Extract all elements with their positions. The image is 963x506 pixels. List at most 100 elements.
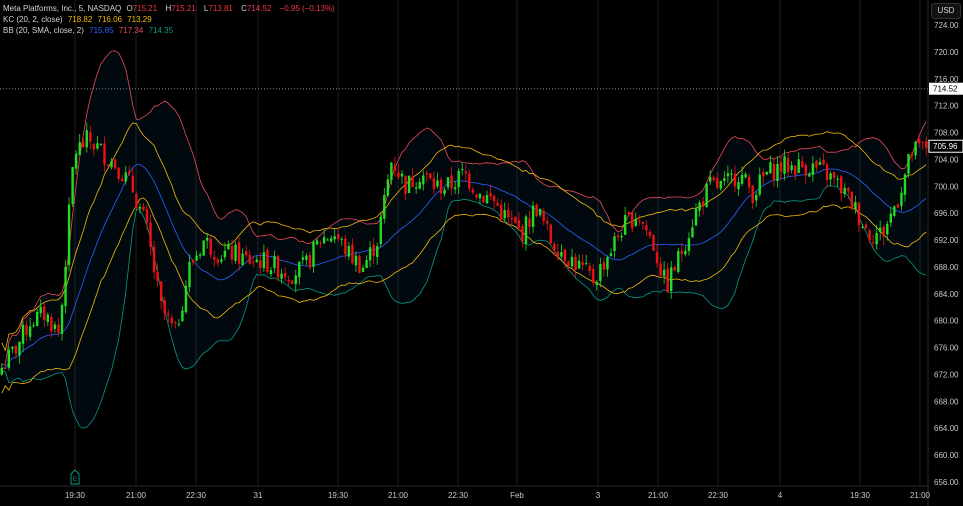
candle-body bbox=[542, 210, 545, 222]
candle-body bbox=[294, 275, 297, 284]
time-tick-label: 31 bbox=[254, 491, 263, 500]
time-tick-label: 22:30 bbox=[186, 491, 207, 500]
candle-body bbox=[361, 267, 365, 272]
candle-body bbox=[818, 161, 822, 165]
last-price-label: 714.52 bbox=[933, 85, 958, 94]
price-tick-label: 668.00 bbox=[934, 397, 959, 406]
candle-body bbox=[237, 242, 241, 264]
candle-body bbox=[170, 317, 173, 324]
candle-body bbox=[531, 205, 535, 227]
candle-body bbox=[538, 208, 542, 216]
candle-body bbox=[801, 161, 804, 167]
candle-body bbox=[457, 171, 460, 188]
candle-body bbox=[907, 154, 910, 174]
time-tick-label: 22:30 bbox=[708, 491, 729, 500]
candle-body bbox=[0, 367, 3, 375]
price-tick-label: 672.00 bbox=[934, 370, 959, 379]
candle-body bbox=[900, 192, 903, 207]
candle-body bbox=[673, 267, 676, 271]
candle-body bbox=[577, 260, 581, 269]
candle-body bbox=[113, 159, 117, 169]
candle-body bbox=[634, 219, 637, 226]
candle-body bbox=[705, 183, 708, 207]
candle-body bbox=[220, 259, 223, 262]
candle-body bbox=[889, 213, 893, 223]
candle-body bbox=[57, 324, 60, 333]
candle-body bbox=[283, 273, 287, 278]
low-value: 713.81 bbox=[208, 4, 233, 13]
candle-body bbox=[499, 204, 503, 220]
time-tick-label: 19:30 bbox=[850, 491, 871, 500]
candle-body bbox=[747, 176, 751, 188]
bb-lower: 714.35 bbox=[148, 26, 174, 35]
candle-body bbox=[471, 189, 475, 193]
candle-body bbox=[291, 280, 294, 284]
candle-body bbox=[152, 246, 156, 273]
close-label: C bbox=[241, 4, 247, 13]
candle-body bbox=[691, 227, 694, 238]
candle-body bbox=[822, 159, 825, 165]
candle-body bbox=[638, 220, 641, 222]
candle-body bbox=[765, 171, 769, 175]
candle-body bbox=[422, 175, 425, 185]
candle-body bbox=[762, 172, 765, 177]
candle-body bbox=[882, 226, 885, 237]
candle-body bbox=[503, 210, 506, 219]
price-tick-label: 704.00 bbox=[934, 155, 959, 164]
candle-body bbox=[492, 195, 496, 202]
candle-body bbox=[138, 206, 142, 209]
candle-body bbox=[259, 260, 262, 268]
candle-body bbox=[744, 174, 747, 178]
candle-body bbox=[429, 173, 432, 179]
candle-body bbox=[181, 310, 184, 322]
time-tick-label: 21:00 bbox=[910, 491, 931, 500]
price-tick-label: 712.00 bbox=[934, 102, 959, 111]
bb-label[interactable]: BB (20, SMA, close, 2) bbox=[3, 26, 84, 35]
candle-body bbox=[868, 230, 871, 241]
candle-body bbox=[273, 255, 276, 269]
candle-body bbox=[588, 265, 591, 271]
candle-body bbox=[786, 158, 790, 173]
candle-body bbox=[843, 187, 846, 195]
candle-body bbox=[797, 159, 800, 173]
candle-body bbox=[241, 253, 244, 265]
candle-body bbox=[234, 244, 237, 261]
candle-body bbox=[106, 164, 110, 166]
price-tick-label: 692.00 bbox=[934, 236, 959, 245]
candle-body bbox=[779, 162, 783, 172]
candle-body bbox=[893, 206, 896, 216]
candle-body bbox=[393, 165, 397, 171]
candle-body bbox=[475, 194, 478, 198]
candle-body bbox=[840, 176, 843, 194]
kc-upper: 718.82 bbox=[67, 15, 93, 24]
candle-body bbox=[390, 162, 393, 181]
candle-body bbox=[783, 156, 786, 174]
candle-body bbox=[659, 263, 662, 276]
candle-body bbox=[903, 174, 907, 195]
symbol-name[interactable]: Meta Platforms, Inc., 5, NASDAQ bbox=[3, 4, 121, 13]
candle-body bbox=[60, 304, 64, 334]
candle-body bbox=[7, 349, 11, 368]
candle-body bbox=[128, 171, 131, 174]
price-chart[interactable]: 19:30 21:00 22:30 31 19:30 21:00 22:30 Feb 3 21:0… bbox=[0, 0, 963, 506]
kc-label[interactable]: KC (20, 2, close) bbox=[3, 15, 63, 24]
candle-body bbox=[156, 272, 159, 282]
candle-body bbox=[857, 203, 861, 225]
candle-body bbox=[149, 222, 152, 247]
candle-body bbox=[35, 311, 39, 326]
legend-bb-row: BB (20, SMA, close, 2) 715.85 717.34 714… bbox=[3, 25, 338, 36]
candle-body bbox=[333, 236, 336, 240]
candle-body bbox=[655, 252, 659, 264]
candle-body bbox=[414, 187, 418, 189]
candle-body bbox=[174, 322, 177, 324]
candle-body bbox=[404, 175, 407, 194]
price-tick-label: 696.00 bbox=[934, 209, 959, 218]
candle-body bbox=[864, 224, 868, 229]
candle-body bbox=[85, 130, 88, 148]
candle-body bbox=[684, 250, 687, 255]
candle-body bbox=[854, 201, 857, 209]
currency-button[interactable]: USD bbox=[931, 3, 961, 19]
candle-body bbox=[815, 160, 818, 168]
candle-body bbox=[758, 174, 761, 195]
candle-body bbox=[790, 165, 793, 171]
